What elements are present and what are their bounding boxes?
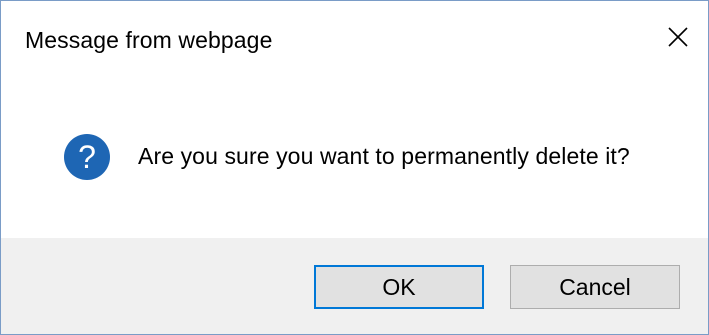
title-bar[interactable]: Message from webpage <box>1 1 708 81</box>
button-bar: OK Cancel <box>1 238 708 334</box>
dialog-content: ? Are you sure you want to permanently d… <box>1 81 708 238</box>
ok-button[interactable]: OK <box>314 265 484 309</box>
cancel-button[interactable]: Cancel <box>510 265 680 309</box>
close-button[interactable] <box>648 1 708 73</box>
dialog-title: Message from webpage <box>25 27 273 53</box>
message-dialog: Message from webpage ? Are you sure you … <box>0 0 709 335</box>
question-icon: ? <box>64 134 110 180</box>
dialog-message: Are you sure you want to permanently del… <box>138 143 630 169</box>
close-icon <box>668 27 688 47</box>
svg-text:?: ? <box>78 139 96 175</box>
